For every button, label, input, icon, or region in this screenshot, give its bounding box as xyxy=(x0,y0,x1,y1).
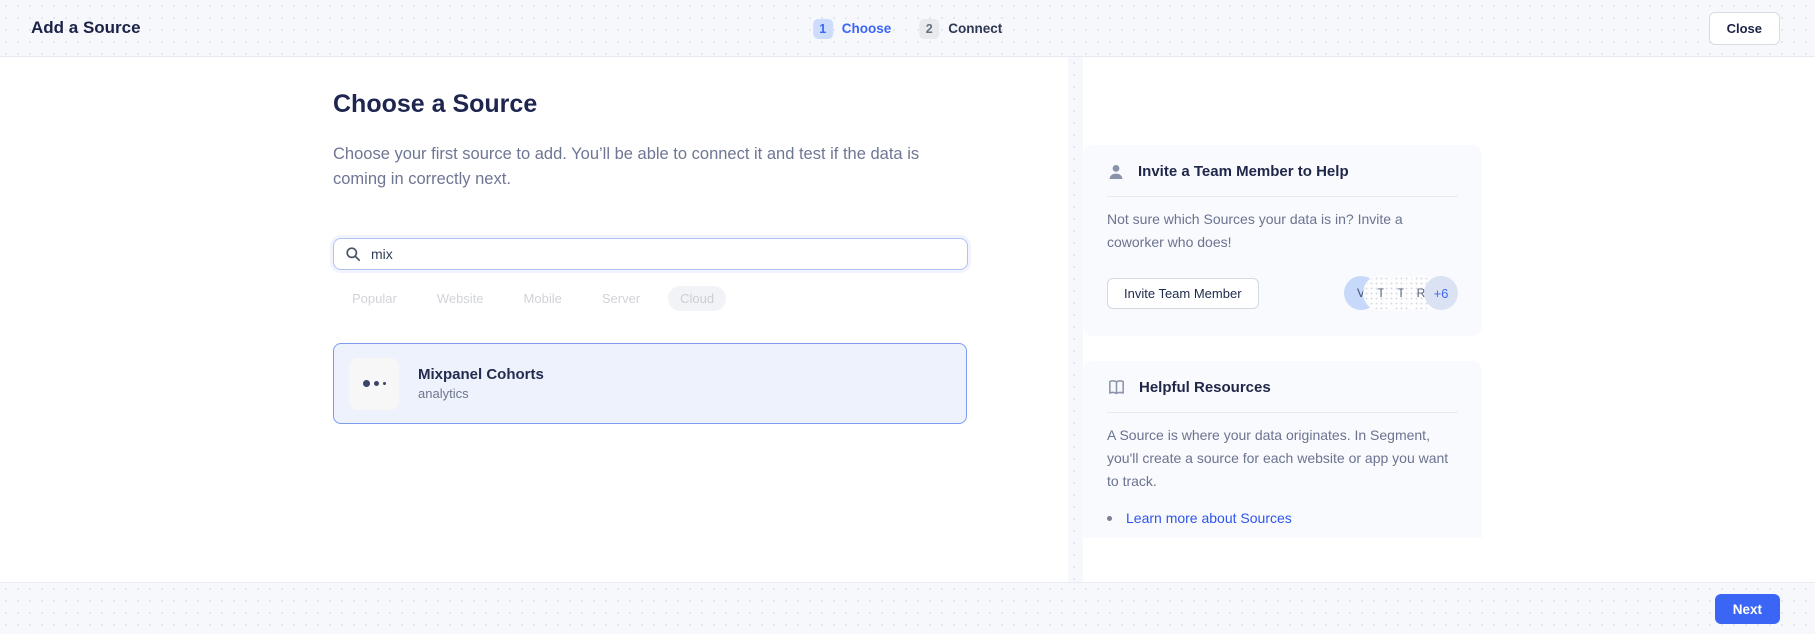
header-bar: Add a Source 1 Choose 2 Connect Close xyxy=(0,0,1815,57)
helpful-resources-card: Helpful Resources A Source is where your… xyxy=(1083,361,1482,538)
step-connect[interactable]: 2 Connect xyxy=(919,19,1002,39)
result-text: Mixpanel Cohorts analytics xyxy=(418,366,544,401)
person-icon xyxy=(1107,163,1125,181)
invite-card-body: Not sure which Sources your data is in? … xyxy=(1107,208,1458,254)
bullet-icon xyxy=(1107,516,1112,521)
source-search-box[interactable] xyxy=(333,238,968,270)
main-description: Choose your first source to add. You’ll … xyxy=(333,142,963,192)
step-choose-label: Choose xyxy=(842,21,892,36)
mixpanel-dots-icon xyxy=(349,358,399,410)
invite-card-title: Invite a Team Member to Help xyxy=(1138,163,1349,180)
invite-card-header: Invite a Team Member to Help xyxy=(1107,161,1458,182)
result-name: Mixpanel Cohorts xyxy=(418,366,544,383)
next-button[interactable]: Next xyxy=(1715,594,1780,624)
resources-card-title: Helpful Resources xyxy=(1139,379,1271,396)
stepper: 1 Choose 2 Connect xyxy=(813,0,1003,57)
book-icon xyxy=(1107,379,1126,396)
search-icon xyxy=(345,246,361,262)
step-connect-label: Connect xyxy=(948,21,1002,36)
pane-divider xyxy=(1068,57,1083,582)
tab-mobile[interactable]: Mobile xyxy=(512,286,574,311)
step-connect-number: 2 xyxy=(919,19,939,39)
resources-card-header: Helpful Resources xyxy=(1107,377,1458,398)
footer-bar: Next xyxy=(0,582,1815,634)
divider xyxy=(1107,196,1458,197)
divider xyxy=(1107,412,1458,413)
tab-website[interactable]: Website xyxy=(425,286,496,311)
tab-server[interactable]: Server xyxy=(590,286,652,311)
tab-cloud[interactable]: Cloud xyxy=(668,286,726,311)
result-category: analytics xyxy=(418,386,544,401)
invite-team-card: Invite a Team Member to Help Not sure wh… xyxy=(1083,145,1482,336)
search-input[interactable] xyxy=(371,246,956,262)
source-result-mixpanel-cohorts[interactable]: Mixpanel Cohorts analytics xyxy=(333,343,967,424)
invite-team-member-button[interactable]: Invite Team Member xyxy=(1107,278,1259,309)
tab-popular[interactable]: Popular xyxy=(340,286,409,311)
avatar-overflow-badge[interactable]: +6 xyxy=(1424,276,1458,310)
close-button[interactable]: Close xyxy=(1709,12,1780,45)
step-choose[interactable]: 1 Choose xyxy=(813,19,892,39)
learn-more-sources-link[interactable]: Learn more about Sources xyxy=(1126,510,1292,526)
page-title: Add a Source xyxy=(31,18,141,38)
resources-link-item: Learn more about Sources xyxy=(1107,510,1458,526)
main-heading: Choose a Source xyxy=(333,90,537,119)
invite-actions-row: Invite Team Member V T T R +6 xyxy=(1107,276,1458,310)
avatar-stack: V T T R +6 xyxy=(1344,276,1458,310)
step-choose-number: 1 xyxy=(813,19,833,39)
resources-card-body: A Source is where your data originates. … xyxy=(1107,424,1458,493)
category-tabs: Popular Website Mobile Server Cloud xyxy=(340,286,726,311)
add-source-page: Add a Source 1 Choose 2 Connect Close Ch… xyxy=(0,0,1815,634)
